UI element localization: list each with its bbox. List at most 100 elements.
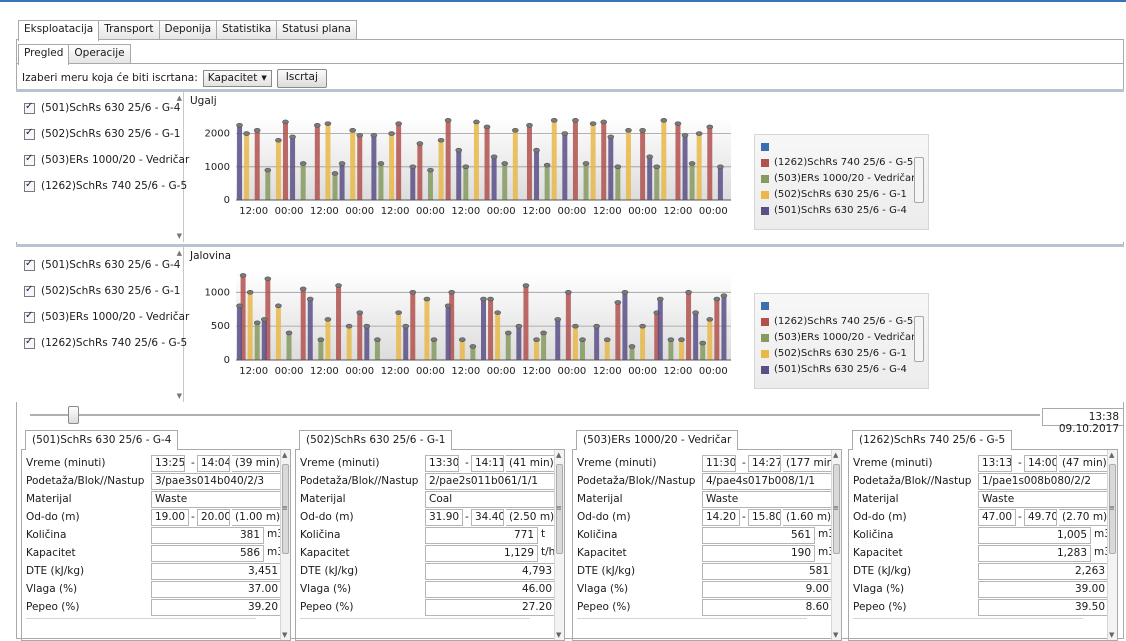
checkbox-icon[interactable] [24,179,35,192]
detail-cap-field[interactable]: 190 [702,545,815,562]
detail-time-to-field[interactable]: 14:00 [1024,455,1057,472]
tab-statistika[interactable]: Statistika [216,20,278,40]
detail-depth-to-field[interactable]: 20.00 [197,509,230,526]
detail-depth-from-field[interactable]: 19.00 [151,509,189,526]
tab-deponija[interactable]: Deponija [158,20,218,40]
detail-duration-field[interactable]: (39 min) [232,455,282,472]
checklist-scrollbar[interactable]: ▲ ▼ [174,92,183,242]
measure-select[interactable]: Kapacitet ▼ [202,69,272,87]
scroll-up-icon[interactable]: ▲ [556,451,561,459]
time-slider-track[interactable] [30,414,1040,416]
detail-depth-len-field[interactable]: (2.70 m) [1059,509,1109,526]
checkbox-icon[interactable] [24,258,35,271]
detail-block-field[interactable]: 1/pae1s008b080/2/2 [978,473,1109,490]
tab-eksploatacija[interactable]: Eksploatacija [18,20,100,41]
detail-ash-field[interactable]: 39.50 [978,599,1109,616]
checkbox-icon[interactable] [24,153,35,166]
checklist-scrollbar[interactable]: ▲ ▼ [174,247,183,402]
detail-moist-field[interactable]: 39.00 [978,581,1109,598]
detail-cap-field[interactable]: 1,129 [425,545,538,562]
checklist-item[interactable]: (1262)SchRs 740 25/6 - G-5 [24,179,187,192]
tab-pregled[interactable]: Pregled [18,44,70,65]
detail-depth-from-field[interactable]: 31.90 [425,509,463,526]
checkbox-icon[interactable] [24,310,35,323]
detail-qty-field[interactable]: 771 [425,527,538,544]
checklist-item[interactable]: (503)ERs 1000/20 - Vedričar [24,310,189,323]
detail-qty-field[interactable]: 381 [151,527,264,544]
detail-time-to-field[interactable]: 14:11 [471,455,504,472]
scroll-down-icon[interactable]: ▼ [1109,631,1114,639]
legend-scrollbar[interactable] [914,316,924,362]
detail-depth-to-field[interactable]: 49.70 [1024,509,1057,526]
detail-panel-tab[interactable]: (1262)SchRs 740 25/6 - G-5 [852,430,1013,450]
detail-block-field[interactable]: 3/pae3s014b040/2/3 [151,473,282,490]
scroll-up-icon[interactable]: ▲ [833,451,838,459]
detail-time-from-field[interactable]: 13:13 [978,455,1012,472]
detail-scrollbar[interactable]: ▲ ≡ ▼ [554,450,564,640]
detail-time-to-field[interactable]: 14:27 [748,455,781,472]
checkbox-icon[interactable] [24,127,35,140]
checkbox-icon[interactable] [24,284,35,297]
detail-duration-field[interactable]: (41 min) [506,455,556,472]
detail-block-field[interactable]: 2/pae2s011b061/1/1 [425,473,556,490]
scroll-down-icon[interactable]: ▼ [833,631,838,639]
detail-time-from-field[interactable]: 11:30 [702,455,736,472]
detail-time-to-field[interactable]: 14:04 [197,455,230,472]
detail-depth-to-field[interactable]: 15.80 [748,509,781,526]
checklist-item[interactable]: (502)SchRs 630 25/6 - G-1 [24,284,180,297]
detail-cap-field[interactable]: 1,283 [978,545,1091,562]
detail-dte-field[interactable]: 2,263 [978,563,1109,580]
detail-ash-field[interactable]: 8.60 [702,599,833,616]
detail-material-field[interactable]: Coal [425,491,556,508]
detail-depth-len-field[interactable]: (2.50 m) [506,509,556,526]
checkbox-icon[interactable] [24,336,35,349]
draw-button[interactable]: Iscrtaj [276,68,327,88]
scroll-down-icon[interactable]: ▼ [556,631,561,639]
detail-duration-field[interactable]: (47 min) [1059,455,1109,472]
detail-moist-field[interactable]: 9.00 [702,581,833,598]
detail-dte-field[interactable]: 3,451 [151,563,282,580]
detail-time-from-field[interactable]: 13:25 [151,455,185,472]
tab-statusi-plana[interactable]: Statusi plana [276,20,357,40]
tab-transport[interactable]: Transport [98,20,160,40]
detail-scrollbar[interactable]: ▲ ≡ ▼ [280,450,290,640]
scroll-up-icon[interactable]: ▲ [282,451,287,459]
detail-ash-field[interactable]: 39.20 [151,599,282,616]
detail-moist-field[interactable]: 46.00 [425,581,556,598]
checklist-item[interactable]: (1262)SchRs 740 25/6 - G-5 [24,336,187,349]
detail-qty-field[interactable]: 561 [702,527,815,544]
detail-block-field[interactable]: 4/pae4s017b008/1/1 [702,473,833,490]
detail-depth-to-field[interactable]: 34.40 [471,509,504,526]
detail-panel-tab[interactable]: (501)SchRs 630 25/6 - G-4 [25,430,179,450]
detail-moist-field[interactable]: 37.00 [151,581,282,598]
checklist-item[interactable]: (501)SchRs 630 25/6 - G-4 [24,258,180,271]
detail-scrollbar[interactable]: ▲ ≡ ▼ [831,450,841,640]
scroll-down-icon[interactable]: ▼ [282,631,287,639]
checklist-item[interactable]: (501)SchRs 630 25/6 - G-4 [24,101,180,114]
scroll-up-icon[interactable]: ▲ [177,249,182,257]
detail-dte-field[interactable]: 581 [702,563,833,580]
scroll-up-icon[interactable]: ▲ [1109,451,1114,459]
detail-panel-tab[interactable]: (502)SchRs 630 25/6 - G-1 [299,430,453,450]
detail-qty-field[interactable]: 1,005 [978,527,1091,544]
checkbox-icon[interactable] [24,101,35,114]
time-slider-thumb[interactable] [68,406,79,424]
detail-material-field[interactable]: Waste [978,491,1109,508]
detail-duration-field[interactable]: (177 min) [783,455,833,472]
detail-time-from-field[interactable]: 13:30 [425,455,459,472]
detail-depth-len-field[interactable]: (1.00 m) [232,509,282,526]
detail-panel-tab[interactable]: (503)ERs 1000/20 - Vedričar [576,430,739,450]
scroll-down-icon[interactable]: ▼ [177,232,182,240]
checklist-item[interactable]: (503)ERs 1000/20 - Vedričar [24,153,189,166]
checklist-item[interactable]: (502)SchRs 630 25/6 - G-1 [24,127,180,140]
tab-operacije[interactable]: Operacije [68,44,131,64]
detail-depth-len-field[interactable]: (1.60 m) [783,509,833,526]
scroll-down-icon[interactable]: ▼ [177,392,182,400]
detail-cap-field[interactable]: 586 [151,545,264,562]
legend-scrollbar[interactable] [914,157,924,203]
scroll-up-icon[interactable]: ▲ [177,94,182,102]
detail-dte-field[interactable]: 4,793 [425,563,556,580]
detail-material-field[interactable]: Waste [702,491,833,508]
detail-depth-from-field[interactable]: 47.00 [978,509,1016,526]
detail-ash-field[interactable]: 27.20 [425,599,556,616]
